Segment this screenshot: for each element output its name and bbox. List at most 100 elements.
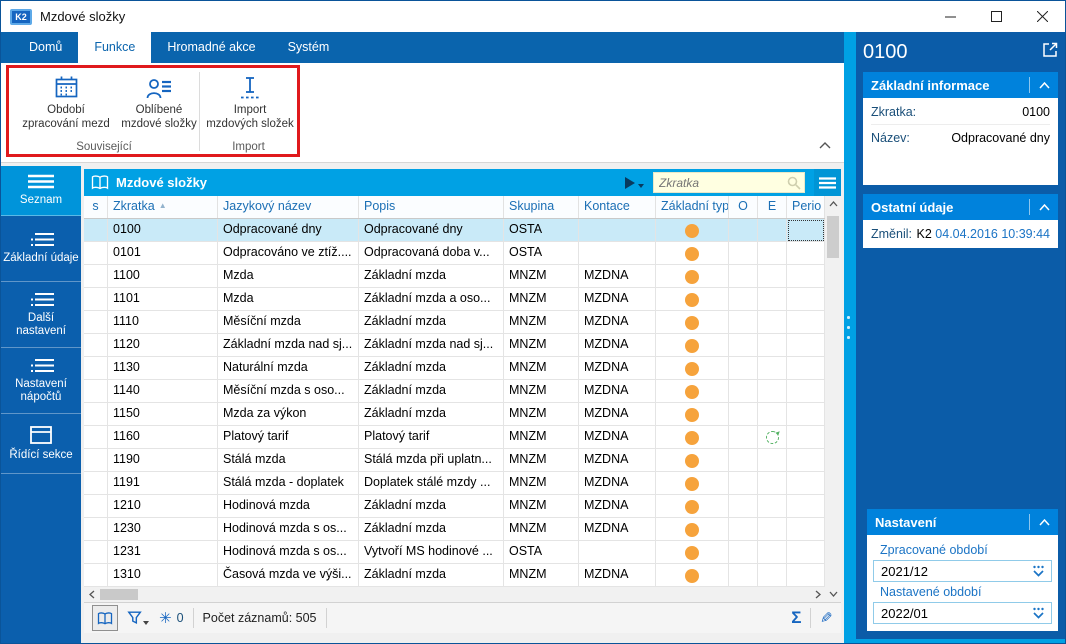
cell-peri[interactable] — [787, 541, 825, 564]
table-row[interactable]: 1130Naturální mzdaZákladní mzdaMNZMMZDNA — [84, 357, 825, 380]
collapse-ribbon-button[interactable] — [819, 136, 831, 154]
cell-popis[interactable]: Základní mzda — [359, 403, 504, 426]
cell-zkratka[interactable]: 1160 — [108, 426, 218, 449]
cell-typ[interactable] — [656, 518, 729, 541]
cell-typ[interactable] — [656, 334, 729, 357]
cell-e[interactable] — [758, 265, 787, 288]
run-filter-button[interactable] — [623, 176, 645, 190]
cell-nazev[interactable]: Stálá mzda — [218, 449, 359, 472]
column-header-e[interactable]: E — [758, 196, 787, 218]
tab-system[interactable]: Systém — [272, 32, 346, 63]
table-row[interactable]: 1120Základní mzda nad sj...Základní mzda… — [84, 334, 825, 357]
column-header-s[interactable]: s — [84, 196, 108, 218]
cell-zkratka[interactable]: 0100 — [108, 219, 218, 242]
cell-e[interactable] — [758, 380, 787, 403]
zpracovane-obdobi-input[interactable] — [879, 563, 1031, 580]
cell-typ[interactable] — [656, 495, 729, 518]
cell-s[interactable] — [84, 518, 108, 541]
cell-typ[interactable] — [656, 219, 729, 242]
cell-skupina[interactable]: MNZM — [504, 426, 579, 449]
cell-peri[interactable] — [787, 564, 825, 587]
sum-button[interactable]: Σ — [791, 608, 801, 628]
column-header-popis[interactable]: Popis — [359, 196, 504, 218]
cell-s[interactable] — [84, 242, 108, 265]
cell-nazev[interactable]: Měsíční mzda s oso... — [218, 380, 359, 403]
cell-zkratka[interactable]: 1100 — [108, 265, 218, 288]
cell-nazev[interactable]: Stálá mzda - doplatek — [218, 472, 359, 495]
cell-kontace[interactable]: MZDNA — [579, 288, 656, 311]
cell-e[interactable] — [758, 311, 787, 334]
cell-zkratka[interactable]: 1310 — [108, 564, 218, 587]
column-header-skupina[interactable]: Skupina — [504, 196, 579, 218]
cell-o[interactable] — [729, 219, 758, 242]
tab-funkce[interactable]: Funkce — [78, 32, 151, 63]
horizontal-scroll-thumb[interactable] — [100, 589, 138, 600]
cell-nazev[interactable]: Mzda — [218, 265, 359, 288]
cell-typ[interactable] — [656, 311, 729, 334]
cell-zkratka[interactable]: 1110 — [108, 311, 218, 334]
cell-skupina[interactable]: MNZM — [504, 334, 579, 357]
cell-peri[interactable] — [787, 449, 825, 472]
cell-o[interactable] — [729, 334, 758, 357]
cell-o[interactable] — [729, 403, 758, 426]
sidebar-item-ridici-sekce[interactable]: Řídící sekce — [1, 414, 81, 474]
cell-skupina[interactable]: MNZM — [504, 288, 579, 311]
table-row[interactable]: 1110Měsíční mzdaZákladní mzdaMNZMMZDNA — [84, 311, 825, 334]
cell-o[interactable] — [729, 265, 758, 288]
cell-typ[interactable] — [656, 288, 729, 311]
maximize-button[interactable] — [973, 1, 1019, 32]
table-row[interactable]: 1160Platový tarifPlatový tarifMNZMMZDNA — [84, 426, 825, 449]
cell-kontace[interactable]: MZDNA — [579, 495, 656, 518]
cell-popis[interactable]: Základní mzda — [359, 495, 504, 518]
table-row[interactable]: 1310Časová mzda ve výši...Základní mzdaM… — [84, 564, 825, 587]
sidebar-item-nastaveni-napoctu[interactable]: Nastavení nápočtů — [1, 348, 81, 414]
collapse-section-button[interactable] — [1029, 77, 1050, 93]
cell-zkratka[interactable]: 1101 — [108, 288, 218, 311]
section-header[interactable]: Základní informace — [863, 72, 1058, 98]
column-header-typ[interactable]: Základní typ — [656, 196, 729, 218]
column-header-kontace[interactable]: Kontace — [579, 196, 656, 218]
cell-e[interactable] — [758, 518, 787, 541]
cell-e[interactable] — [758, 541, 787, 564]
cell-peri[interactable] — [787, 380, 825, 403]
cell-e[interactable] — [758, 564, 787, 587]
cell-nazev[interactable]: Platový tarif — [218, 426, 359, 449]
cell-s[interactable] — [84, 357, 108, 380]
cell-s[interactable] — [84, 564, 108, 587]
table-row[interactable]: 0101Odpracováno ve ztíž....Odpracovaná d… — [84, 242, 825, 265]
cell-nazev[interactable]: Hodinová mzda — [218, 495, 359, 518]
cell-kontace[interactable]: MZDNA — [579, 265, 656, 288]
cell-e[interactable] — [758, 472, 787, 495]
horizontal-scrollbar[interactable] — [84, 587, 825, 602]
cell-s[interactable] — [84, 449, 108, 472]
cell-skupina[interactable]: MNZM — [504, 380, 579, 403]
cell-nazev[interactable]: Naturální mzda — [218, 357, 359, 380]
cell-peri[interactable] — [787, 426, 825, 449]
panel-splitter[interactable] — [844, 32, 852, 643]
minimize-button[interactable] — [927, 1, 973, 32]
cell-nazev[interactable]: Mzda — [218, 288, 359, 311]
cell-s[interactable] — [84, 380, 108, 403]
cell-skupina[interactable]: OSTA — [504, 242, 579, 265]
cell-skupina[interactable]: OSTA — [504, 541, 579, 564]
cell-kontace[interactable]: MZDNA — [579, 518, 656, 541]
section-header[interactable]: Ostatní údaje — [863, 194, 1058, 220]
cell-popis[interactable]: Doplatek stálé mzdy ... — [359, 472, 504, 495]
cell-peri[interactable] — [787, 242, 825, 265]
vertical-scrollbar[interactable] — [825, 196, 841, 602]
cell-kontace[interactable]: MZDNA — [579, 472, 656, 495]
cell-o[interactable] — [729, 426, 758, 449]
cell-zkratka[interactable]: 1130 — [108, 357, 218, 380]
cell-popis[interactable]: Základní mzda — [359, 380, 504, 403]
cell-peri[interactable] — [787, 518, 825, 541]
cell-typ[interactable] — [656, 472, 729, 495]
cell-e[interactable] — [758, 357, 787, 380]
cell-o[interactable] — [729, 541, 758, 564]
grid-menu-button[interactable] — [814, 169, 841, 196]
cell-zkratka[interactable]: 1150 — [108, 403, 218, 426]
cell-o[interactable] — [729, 449, 758, 472]
cell-e[interactable] — [758, 495, 787, 518]
collapse-section-button[interactable] — [1029, 199, 1050, 215]
frozen-filter-indicator[interactable]: ✳ 0 — [159, 609, 184, 627]
cell-popis[interactable]: Základní mzda — [359, 265, 504, 288]
